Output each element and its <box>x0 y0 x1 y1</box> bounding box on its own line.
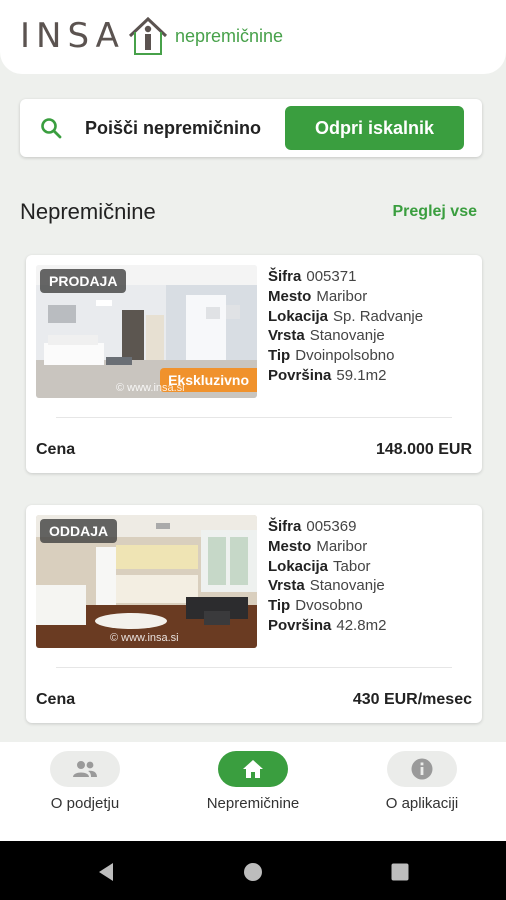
open-search-button[interactable]: Odpri iskalnik <box>285 106 464 150</box>
prop-kind: Vrsta Stanovanje <box>268 577 385 595</box>
sale-badge: PRODAJA <box>40 269 127 293</box>
photo-watermark: © www.insa.si <box>116 382 185 394</box>
price-label: Cena <box>36 691 76 708</box>
search-label: Poišči nepremičnino <box>85 118 262 138</box>
recents-icon[interactable] <box>390 861 410 883</box>
card-divider <box>56 667 452 668</box>
view-all-link[interactable]: Preglej vse <box>393 203 478 221</box>
home-circle-icon[interactable] <box>243 861 263 883</box>
prop-type: Tip Dvoinpolsobno <box>268 347 395 365</box>
listing-card[interactable]: ODDAJA © www.insa.si Šifra 005369 Mesto Ma… <box>26 505 482 723</box>
prop-location: Lokacija Tabor <box>268 557 371 575</box>
listing-photo: ODDAJA © www.insa.si <box>36 515 257 648</box>
logo-subtitle: nepremičnine <box>174 25 283 46</box>
search-card: Poišči nepremičnino Odpri iskalnik <box>20 99 482 157</box>
prop-area: Površina 42.8m2 <box>268 616 387 634</box>
prop-city: Mesto Maribor <box>268 287 368 305</box>
nav-pill-active <box>218 751 288 787</box>
prop-kind: Vrsta Stanovanje <box>268 327 385 345</box>
prop-location: Lokacija Sp. Radvanje <box>268 307 424 325</box>
price-value: 148.000 EUR <box>375 441 472 458</box>
app-header: INSA nepremičnine <box>0 0 506 74</box>
listing-photo: PRODAJA Ekskluzivno © www.insa.si <box>36 265 257 398</box>
listing-card[interactable]: PRODAJA Ekskluzivno © www.insa.si Šifra 0… <box>26 255 482 473</box>
nav-label: O podjetju <box>50 795 120 812</box>
prop-code: Šifra 005371 <box>268 268 357 285</box>
back-icon[interactable] <box>96 861 116 883</box>
nav-item-properties[interactable]: Nepremičnine <box>169 751 337 812</box>
price-label: Cena <box>36 441 76 458</box>
nav-label: O aplikaciji <box>385 795 459 812</box>
prop-code: Šifra 005369 <box>268 518 357 535</box>
prop-area: Površina 59.1m2 <box>268 366 387 384</box>
home-icon <box>243 760 263 778</box>
card-divider <box>56 417 452 418</box>
system-nav-bar <box>0 841 506 900</box>
nav-item-about-company[interactable]: O podjetju <box>1 751 169 812</box>
nav-label: Nepremičnine <box>206 795 300 812</box>
rent-badge: ODDAJA <box>40 519 118 543</box>
price-value: 430 EUR/mesec <box>352 691 472 708</box>
photo-watermark: © www.insa.si <box>110 632 179 644</box>
logo-wordmark: INSA <box>20 16 125 56</box>
section-title: Nepremičnine <box>20 199 156 224</box>
people-icon <box>73 761 97 777</box>
listing-properties: Šifra 005371 Mesto Maribor Lokacija Sp. Rad… <box>268 267 423 386</box>
bottom-navigation: O podjetju Nepremičnine O aplikaciji <box>0 742 506 841</box>
info-icon <box>411 758 433 780</box>
listing-properties: Šifra 005369 Mesto Maribor Lokacija Tabor V… <box>268 517 386 636</box>
nav-pill <box>50 751 120 787</box>
search-icon <box>41 118 62 139</box>
house-logo-icon <box>128 16 167 55</box>
nav-pill <box>387 751 457 787</box>
prop-type: Tip Dvosobno <box>268 597 363 615</box>
prop-city: Mesto Maribor <box>268 537 368 555</box>
insa-logo: INSA nepremičnine <box>20 14 283 58</box>
nav-item-about-app[interactable]: O aplikaciji <box>338 751 506 812</box>
